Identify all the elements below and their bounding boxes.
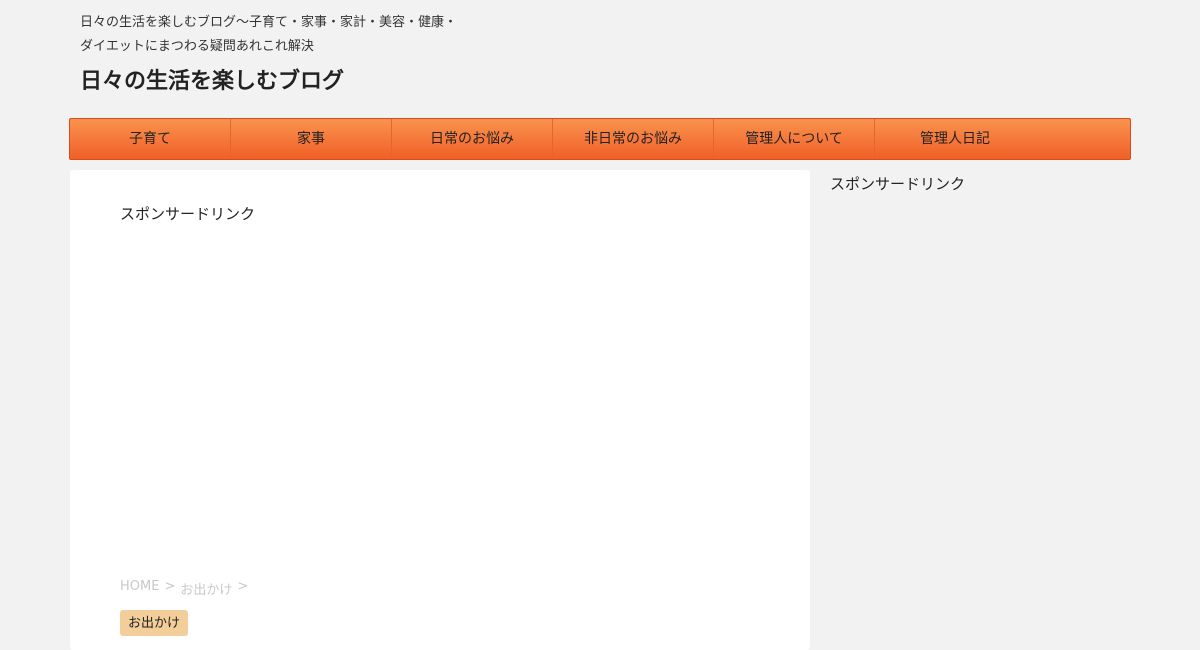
sidebar: スポンサードリンク: [830, 173, 1130, 194]
sponsored-link-label: スポンサードリンク: [120, 205, 256, 223]
breadcrumb-category-link[interactable]: お出かけ: [180, 579, 232, 598]
site-tagline: 日々の生活を楽しむブログ～子育て・家事・家計・美容・健康・ ダイエットにまつわる…: [80, 11, 480, 59]
nav-item-childcare[interactable]: 子育て: [70, 119, 231, 159]
breadcrumb-separator: >: [164, 579, 176, 594]
tagline-line-1: 日々の生活を楽しむブログ～子育て・家事・家計・美容・健康・: [80, 15, 458, 30]
category-badge[interactable]: お出かけ: [120, 610, 189, 636]
nav-item-about-admin[interactable]: 管理人について: [714, 119, 875, 159]
sidebar-sponsored-link-label: スポンサードリンク: [830, 175, 966, 193]
nav-item-admin-diary[interactable]: 管理人日記: [875, 119, 1035, 159]
breadcrumb: HOME > お出かけ >: [120, 579, 248, 598]
nav-item-non-daily-worries[interactable]: 非日常のお悩み: [553, 119, 714, 159]
site-title[interactable]: 日々の生活を楽しむブログ: [80, 66, 344, 98]
breadcrumb-separator: >: [237, 579, 249, 594]
tagline-line-2: ダイエットにまつわる疑問あれこれ解決: [80, 39, 314, 54]
nav-item-housework[interactable]: 家事: [231, 119, 392, 159]
breadcrumb-home-link[interactable]: HOME: [120, 579, 159, 598]
global-nav: 子育て 家事 日常のお悩み 非日常のお悩み 管理人について 管理人日記: [69, 118, 1131, 160]
main-content: スポンサードリンク HOME > お出かけ > お出かけ: [70, 170, 810, 650]
nav-item-daily-worries[interactable]: 日常のお悩み: [392, 119, 553, 159]
